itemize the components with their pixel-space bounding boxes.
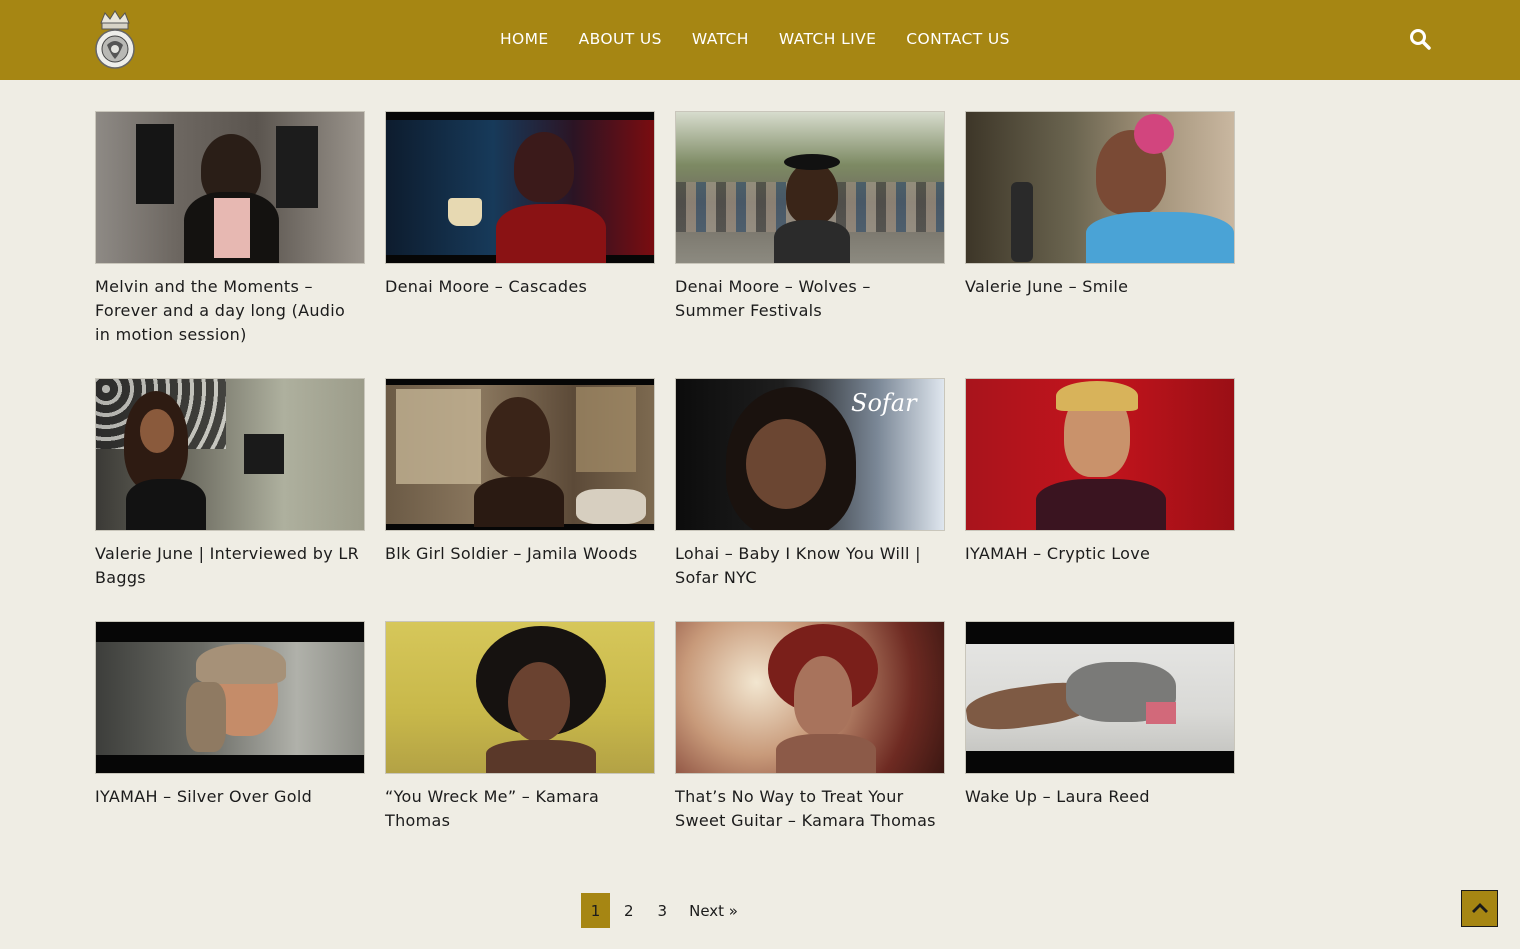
page-link-2[interactable]: 2 (624, 902, 634, 920)
video-title[interactable]: Denai Moore – Cascades (385, 275, 655, 299)
video-card[interactable]: IYAMAH – Silver Over Gold (95, 621, 365, 841)
video-title[interactable]: Valerie June – Smile (965, 275, 1235, 299)
main-nav: HOME ABOUT US WATCH WATCH LIVE CONTACT U… (500, 30, 1040, 48)
video-thumbnail[interactable] (95, 621, 365, 774)
nav-contact-us[interactable]: CONTACT US (906, 30, 1010, 48)
site-logo[interactable] (93, 9, 137, 71)
video-card[interactable]: Sofar Lohai – Baby I Know You Will | Sof… (675, 378, 945, 621)
video-card[interactable]: That’s No Way to Treat Your Sweet Guitar… (675, 621, 945, 841)
video-card[interactable]: “You Wreck Me” – Kamara Thomas (385, 621, 655, 841)
video-thumbnail[interactable] (95, 111, 365, 264)
video-card[interactable]: Denai Moore – Cascades (385, 111, 655, 378)
video-title[interactable]: Denai Moore – Wolves – Summer Festivals (675, 275, 945, 323)
video-thumbnail[interactable] (965, 621, 1235, 774)
chevron-up-icon (1471, 899, 1489, 918)
video-card[interactable]: IYAMAH – Cryptic Love (965, 378, 1235, 621)
video-thumbnail[interactable] (385, 378, 655, 531)
video-thumbnail[interactable] (385, 111, 655, 264)
video-title[interactable]: Blk Girl Soldier – Jamila Woods (385, 542, 655, 566)
sofar-watermark: Sofar (851, 389, 917, 417)
video-card[interactable]: Valerie June – Smile (965, 111, 1235, 378)
video-card[interactable]: Valerie June | Interviewed by LR Baggs (95, 378, 365, 621)
video-card[interactable]: Wake Up – Laura Reed (965, 621, 1235, 841)
video-title[interactable]: Lohai – Baby I Know You Will | Sofar NYC (675, 542, 945, 590)
nav-watch[interactable]: WATCH (692, 30, 749, 48)
video-card[interactable]: Denai Moore – Wolves – Summer Festivals (675, 111, 945, 378)
video-title[interactable]: “You Wreck Me” – Kamara Thomas (385, 785, 655, 833)
video-thumbnail[interactable] (95, 378, 365, 531)
page-current: 1 (581, 893, 610, 928)
pagination: 1 2 3 Next » (581, 893, 738, 928)
video-thumbnail[interactable] (385, 621, 655, 774)
page-link-3[interactable]: 3 (658, 902, 668, 920)
video-grid: Melvin and the Moments – Forever and a d… (95, 111, 1235, 841)
video-card[interactable]: Melvin and the Moments – Forever and a d… (95, 111, 365, 378)
nav-watch-live[interactable]: WATCH LIVE (779, 30, 876, 48)
video-title[interactable]: Melvin and the Moments – Forever and a d… (95, 275, 365, 347)
video-title[interactable]: Wake Up – Laura Reed (965, 785, 1235, 809)
search-icon[interactable] (1409, 28, 1431, 50)
nav-about-us[interactable]: ABOUT US (579, 30, 662, 48)
video-thumbnail[interactable] (675, 621, 945, 774)
video-title[interactable]: Valerie June | Interviewed by LR Baggs (95, 542, 365, 590)
video-thumbnail[interactable] (965, 378, 1235, 531)
video-title[interactable]: IYAMAH – Cryptic Love (965, 542, 1235, 566)
video-thumbnail[interactable]: Sofar (675, 378, 945, 531)
next-page-link[interactable]: Next » (689, 902, 738, 920)
video-thumbnail[interactable] (965, 111, 1235, 264)
back-to-top-button[interactable] (1461, 890, 1498, 927)
site-header: HOME ABOUT US WATCH WATCH LIVE CONTACT U… (0, 0, 1520, 80)
nav-home[interactable]: HOME (500, 30, 549, 48)
video-title[interactable]: IYAMAH – Silver Over Gold (95, 785, 365, 809)
video-title[interactable]: That’s No Way to Treat Your Sweet Guitar… (675, 785, 945, 833)
video-thumbnail[interactable] (675, 111, 945, 264)
video-card[interactable]: Blk Girl Soldier – Jamila Woods (385, 378, 655, 621)
